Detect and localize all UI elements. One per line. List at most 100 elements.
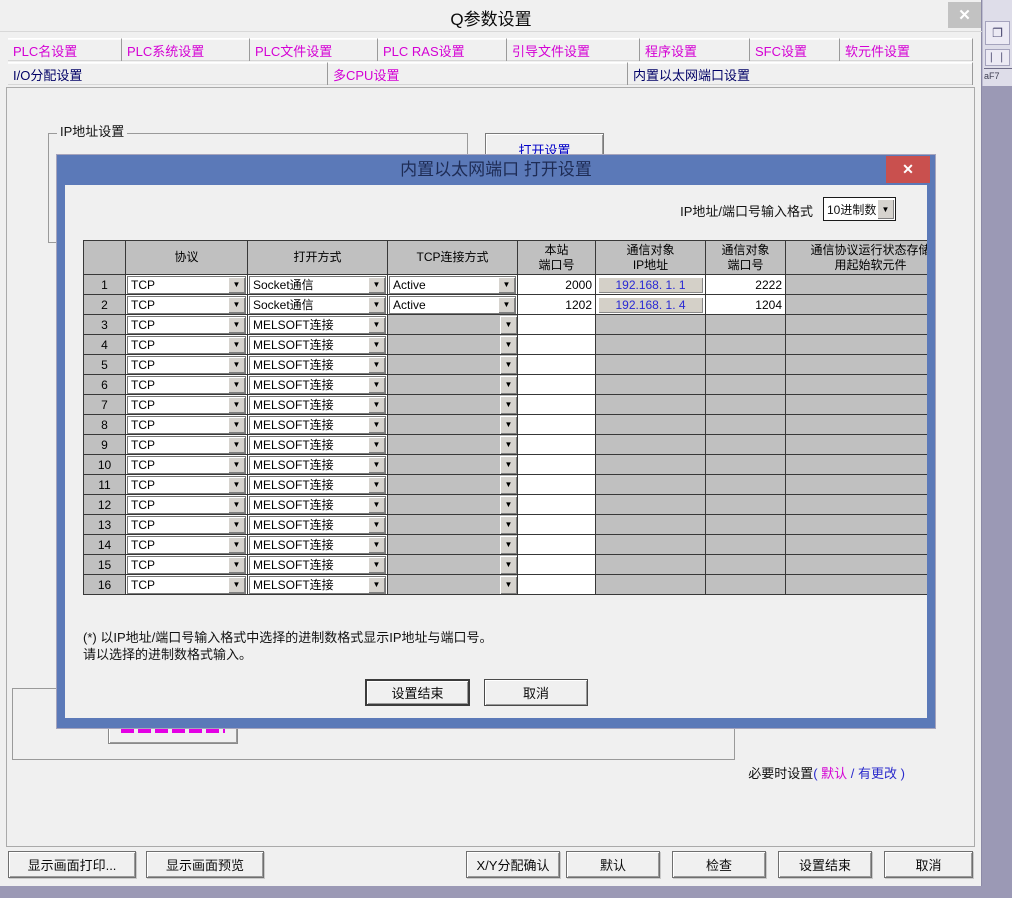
tab-内置以太网端口设置[interactable]: 内置以太网端口设置	[628, 62, 973, 85]
dropdown[interactable]: MELSOFT连接▼	[249, 396, 386, 414]
chevron-down-icon[interactable]: ▼	[500, 396, 517, 414]
local-port-cell[interactable]	[518, 375, 596, 395]
tab-PLC系统设置[interactable]: PLC系统设置	[122, 38, 250, 61]
dropdown[interactable]: TCP▼	[127, 376, 246, 394]
chevron-down-icon[interactable]: ▼	[368, 297, 385, 313]
local-port-cell[interactable]	[518, 355, 596, 375]
dropdown[interactable]: MELSOFT连接▼	[249, 516, 386, 534]
local-port-cell[interactable]	[518, 495, 596, 515]
footer-button-取消[interactable]: 取消	[884, 851, 973, 878]
local-port-cell[interactable]: 1202	[518, 295, 596, 315]
dropdown[interactable]: MELSOFT连接▼	[249, 536, 386, 554]
local-port-cell[interactable]	[518, 475, 596, 495]
footer-button-显示画面打印...[interactable]: 显示画面打印...	[8, 851, 136, 878]
chevron-down-icon[interactable]: ▼	[228, 397, 245, 413]
dropdown[interactable]: MELSOFT连接▼	[249, 356, 386, 374]
chevron-down-icon[interactable]: ▼	[877, 199, 894, 219]
dropdown[interactable]: MELSOFT连接▼	[249, 476, 386, 494]
dropdown[interactable]: Active▼	[389, 276, 516, 294]
tab-引导文件设置[interactable]: 引导文件设置	[507, 38, 640, 61]
dropdown[interactable]: TCP▼	[127, 316, 246, 334]
dropdown[interactable]: MELSOFT连接▼	[249, 456, 386, 474]
local-port-cell[interactable]	[518, 455, 596, 475]
dropdown[interactable]: MELSOFT连接▼	[249, 436, 386, 454]
dest-ip-cell[interactable]: 192.168. 1. 1	[596, 275, 706, 295]
chevron-down-icon[interactable]: ▼	[368, 537, 385, 553]
chevron-down-icon[interactable]: ▼	[228, 517, 245, 533]
input-format-dropdown[interactable]: 10进制数 ▼	[823, 197, 896, 221]
dropdown[interactable]: MELSOFT连接▼	[249, 576, 386, 594]
footer-button-显示画面预览[interactable]: 显示画面预览	[146, 851, 264, 878]
local-port-cell[interactable]	[518, 435, 596, 455]
dropdown[interactable]: TCP▼	[127, 456, 246, 474]
dropdown[interactable]: TCP▼	[127, 356, 246, 374]
chevron-down-icon[interactable]: ▼	[368, 557, 385, 573]
chevron-down-icon[interactable]: ▼	[500, 456, 517, 474]
chevron-down-icon[interactable]: ▼	[228, 497, 245, 513]
dropdown[interactable]: MELSOFT连接▼	[249, 416, 386, 434]
local-port-cell[interactable]	[518, 315, 596, 335]
dropdown[interactable]: Active▼	[389, 296, 516, 314]
chevron-down-icon[interactable]: ▼	[368, 397, 385, 413]
dropdown[interactable]: MELSOFT连接▼	[249, 336, 386, 354]
local-port-cell[interactable]	[518, 515, 596, 535]
dropdown[interactable]: MELSOFT连接▼	[249, 376, 386, 394]
chevron-down-icon[interactable]: ▼	[368, 517, 385, 533]
chevron-down-icon[interactable]: ▼	[500, 536, 517, 554]
tab-SFC设置[interactable]: SFC设置	[750, 38, 840, 61]
chevron-down-icon[interactable]: ▼	[368, 477, 385, 493]
chevron-down-icon[interactable]: ▼	[228, 377, 245, 393]
dest-ip-value[interactable]: 192.168. 1. 4	[598, 297, 703, 313]
chevron-down-icon[interactable]: ▼	[228, 557, 245, 573]
footer-button-设置结束[interactable]: 设置结束	[778, 851, 872, 878]
dest-ip-cell[interactable]: 192.168. 1. 4	[596, 295, 706, 315]
dialog-ok-button[interactable]: 设置结束	[365, 679, 470, 706]
local-port-cell[interactable]	[518, 535, 596, 555]
chevron-down-icon[interactable]: ▼	[500, 356, 517, 374]
dropdown[interactable]: TCP▼	[127, 336, 246, 354]
chevron-down-icon[interactable]: ▼	[498, 297, 515, 313]
chevron-down-icon[interactable]: ▼	[228, 417, 245, 433]
dropdown[interactable]: MELSOFT连接▼	[249, 316, 386, 334]
dropdown[interactable]: TCP▼	[127, 296, 246, 314]
tab-多CPU设置[interactable]: 多CPU设置	[328, 62, 628, 85]
chevron-down-icon[interactable]: ▼	[228, 537, 245, 553]
dest-port-cell[interactable]: 2222	[706, 275, 786, 295]
chevron-down-icon[interactable]: ▼	[500, 376, 517, 394]
chevron-down-icon[interactable]: ▼	[228, 297, 245, 313]
chevron-down-icon[interactable]: ▼	[228, 477, 245, 493]
dropdown[interactable]: TCP▼	[127, 496, 246, 514]
close-icon[interactable]: ✕	[948, 2, 981, 28]
chevron-down-icon[interactable]: ▼	[368, 437, 385, 453]
dropdown[interactable]: Socket通信▼	[249, 296, 386, 314]
dropdown[interactable]: TCP▼	[127, 476, 246, 494]
dropdown[interactable]: TCP▼	[127, 536, 246, 554]
chevron-down-icon[interactable]: ▼	[368, 457, 385, 473]
chevron-down-icon[interactable]: ▼	[368, 377, 385, 393]
chevron-down-icon[interactable]: ▼	[228, 437, 245, 453]
tab-PLC RAS设置[interactable]: PLC RAS设置	[378, 38, 507, 61]
footer-button-默认[interactable]: 默认	[566, 851, 660, 878]
chevron-down-icon[interactable]: ▼	[228, 317, 245, 333]
dropdown[interactable]: TCP▼	[127, 576, 246, 594]
local-port-cell[interactable]	[518, 555, 596, 575]
chevron-down-icon[interactable]: ▼	[500, 516, 517, 534]
chevron-down-icon[interactable]: ▼	[500, 336, 517, 354]
dialog-close-icon[interactable]: ✕	[886, 156, 930, 183]
split-bars-icon[interactable]: ❘❘	[985, 49, 1010, 66]
chevron-down-icon[interactable]: ▼	[500, 476, 517, 494]
tab-软元件设置[interactable]: 软元件设置	[840, 38, 973, 61]
chevron-down-icon[interactable]: ▼	[500, 436, 517, 454]
tab-I/O分配设置[interactable]: I/O分配设置	[8, 62, 328, 85]
chevron-down-icon[interactable]: ▼	[500, 556, 517, 574]
chevron-down-icon[interactable]: ▼	[368, 417, 385, 433]
chevron-down-icon[interactable]: ▼	[228, 277, 245, 293]
cascade-windows-icon[interactable]: ❐	[985, 21, 1010, 45]
chevron-down-icon[interactable]: ▼	[368, 337, 385, 353]
local-port-cell[interactable]: 2000	[518, 275, 596, 295]
chevron-down-icon[interactable]: ▼	[500, 416, 517, 434]
chevron-down-icon[interactable]: ▼	[498, 277, 515, 293]
dest-ip-value[interactable]: 192.168. 1. 1	[598, 277, 703, 293]
dropdown[interactable]: TCP▼	[127, 396, 246, 414]
chevron-down-icon[interactable]: ▼	[500, 316, 517, 334]
